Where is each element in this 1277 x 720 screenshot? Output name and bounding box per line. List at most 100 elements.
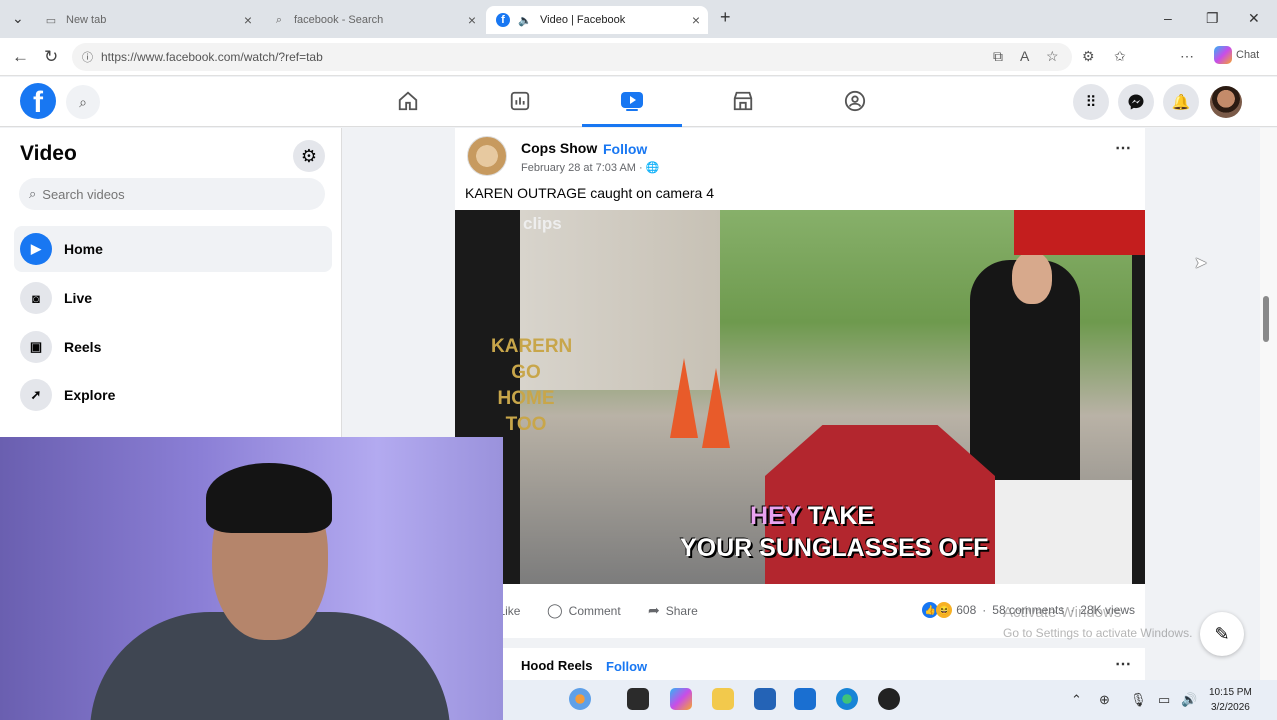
browser-tab-new-tab[interactable]: ▭ New tab × <box>34 6 260 34</box>
author-avatar[interactable] <box>467 136 507 176</box>
scrollbar-thumb[interactable] <box>1263 296 1269 342</box>
search-icon: ⌕ <box>29 186 37 201</box>
search-icon: ⌕ <box>79 94 87 110</box>
file-explorer-icon[interactable] <box>712 688 734 710</box>
browser-tab-video-facebook[interactable]: f 🔈 Video | Facebook × <box>486 6 708 34</box>
new-tab-icon: ▭ <box>45 14 57 27</box>
activate-windows-title: Activate Windows <box>1003 604 1122 621</box>
reaction-count[interactable]: 608 <box>956 603 976 617</box>
nav-dashboard-tab[interactable] <box>500 85 540 117</box>
follow-button[interactable]: Follow <box>606 659 647 674</box>
video-player[interactable]: clips KARERN GO HOME TOO HEY TAKE YOUR S… <box>455 210 1145 584</box>
favorites-icon[interactable]: ✩ <box>1114 48 1126 65</box>
security-tray-icon[interactable]: ⊕ <box>1099 692 1110 708</box>
site-info-icon[interactable]: ⓘ <box>82 49 93 65</box>
bell-icon: 🔔 <box>1171 94 1191 111</box>
menu-grid-button[interactable]: ⠿ <box>1073 84 1109 120</box>
search-videos-field[interactable]: ⌕ <box>19 178 325 210</box>
extensions-icon[interactable]: ⚙ <box>1082 48 1095 65</box>
widgets-icon[interactable] <box>569 688 591 710</box>
notifications-button[interactable]: 🔔 <box>1163 84 1199 120</box>
post-timestamp[interactable]: February 28 at 7:03 AM · 🌐 <box>521 161 659 174</box>
show-hidden-icons-chevron-icon[interactable]: ⌃ <box>1071 692 1082 708</box>
network-icon[interactable]: ▭ <box>1158 692 1170 708</box>
clock-time: 10:15 PM <box>1209 687 1252 698</box>
browser-tab-search[interactable]: ⌕ facebook - Search × <box>262 6 484 34</box>
account-avatar[interactable] <box>1210 86 1242 118</box>
post-more-options-icon[interactable]: ⋯ <box>1115 138 1131 158</box>
sidebar-item-home[interactable]: ▶ Home <box>14 226 332 272</box>
close-tab-icon[interactable]: × <box>468 12 476 28</box>
open-in-app-icon[interactable]: ⧉ <box>993 48 1003 65</box>
new-message-button[interactable]: ✎ <box>1200 612 1244 656</box>
mouse-cursor-icon: ➤ <box>1194 255 1208 272</box>
chat-label: Chat <box>1236 49 1260 61</box>
facebook-logo[interactable]: f <box>20 83 56 119</box>
close-tab-icon[interactable]: × <box>244 12 252 28</box>
traffic-cone <box>670 358 698 438</box>
facebook-header: f ⌕ ⠿ 🔔 <box>0 77 1277 127</box>
task-view-icon[interactable] <box>627 688 649 710</box>
search-icon: ⌕ <box>275 13 283 26</box>
video-subtitle-line2: YOUR SUNGLASSES OFF <box>680 534 989 562</box>
compose-icon: ✎ <box>1214 623 1230 644</box>
post-author[interactable]: Cops Show <box>521 140 597 156</box>
nav-home-tab[interactable] <box>388 85 428 117</box>
sidebar-item-label: Home <box>64 241 103 257</box>
back-arrow-icon[interactable]: ← <box>12 47 29 67</box>
settings-button[interactable]: ⚙ <box>293 140 325 172</box>
reels-icon: ▣ <box>20 331 52 363</box>
page-scrollbar[interactable] <box>1260 128 1277 680</box>
copilot-icon <box>1214 46 1232 64</box>
more-menu-icon[interactable]: ⋯ <box>1180 48 1194 65</box>
grid-icon: ⠿ <box>1085 94 1097 111</box>
browser-tab-strip: ⌄ ▭ New tab × ⌕ facebook - Search × f 🔈 … <box>0 0 1277 38</box>
new-tab-plus-icon[interactable]: + <box>720 7 731 28</box>
share-button[interactable]: ➦ Share <box>648 602 698 619</box>
follow-button[interactable]: Follow <box>603 141 647 157</box>
haha-reaction-icon: 😆 <box>936 602 953 618</box>
sidebar-item-label: Live <box>64 290 93 306</box>
close-window-icon[interactable]: ✕ <box>1248 10 1260 27</box>
nav-groups-tab[interactable] <box>835 85 875 117</box>
facebook-search-button[interactable]: ⌕ <box>66 85 100 119</box>
read-aloud-icon[interactable]: A <box>1020 48 1029 64</box>
clock-date: 3/2/2026 <box>1210 702 1250 713</box>
share-label: Share <box>665 603 698 618</box>
copilot-icon[interactable] <box>670 688 692 710</box>
edge-browser-icon[interactable] <box>836 688 858 710</box>
favorite-star-icon[interactable]: ☆ <box>1046 48 1059 65</box>
speaker-icon[interactable]: 🔈 <box>518 13 532 27</box>
sidebar-item-reels[interactable]: ▣ Reels <box>14 324 332 370</box>
search-videos-input[interactable] <box>42 186 293 202</box>
post-author[interactable]: Hood Reels <box>521 658 593 673</box>
copilot-chat-button[interactable]: Chat <box>1214 46 1259 64</box>
activate-windows-subtitle: Go to Settings to activate Windows. <box>1003 626 1193 640</box>
volume-icon[interactable]: 🔊 <box>1181 692 1197 708</box>
facebook-icon: f <box>496 13 510 27</box>
post-more-options-icon[interactable]: ⋯ <box>1115 654 1131 674</box>
close-tab-icon[interactable]: × <box>692 12 700 28</box>
video-watermark: clips <box>523 214 562 233</box>
sidebar-item-explore[interactable]: ➚ Explore <box>14 372 332 418</box>
store-icon[interactable] <box>754 688 776 710</box>
gear-icon: ⚙ <box>300 145 318 166</box>
sidebar-item-live[interactable]: ◙ Live <box>14 275 332 321</box>
tab-actions-chevron-icon[interactable]: ⌄ <box>12 10 24 27</box>
game-app-icon[interactable] <box>878 688 900 710</box>
home-icon <box>398 91 418 111</box>
url-text: https://www.facebook.com/watch/?ref=tab <box>101 50 323 64</box>
comment-label: Comment <box>568 603 621 618</box>
minimize-icon[interactable]: – <box>1164 10 1172 26</box>
url-field[interactable]: ⓘ https://www.facebook.com/watch/?ref=ta… <box>72 43 1072 71</box>
rocket-icon: ➚ <box>20 379 52 411</box>
comment-button[interactable]: ◯ Comment <box>547 602 621 619</box>
outlook-icon[interactable] <box>794 688 816 710</box>
messenger-button[interactable] <box>1118 84 1154 120</box>
system-clock[interactable]: 10:15 PM 3/2/2026 <box>1209 685 1252 715</box>
restore-icon[interactable]: ❐ <box>1206 10 1219 27</box>
microphone-icon[interactable]: 🎙 <box>1130 692 1147 708</box>
nav-video-tab[interactable] <box>582 85 682 127</box>
refresh-icon[interactable]: ↻ <box>44 47 58 67</box>
nav-marketplace-tab[interactable] <box>723 85 763 117</box>
